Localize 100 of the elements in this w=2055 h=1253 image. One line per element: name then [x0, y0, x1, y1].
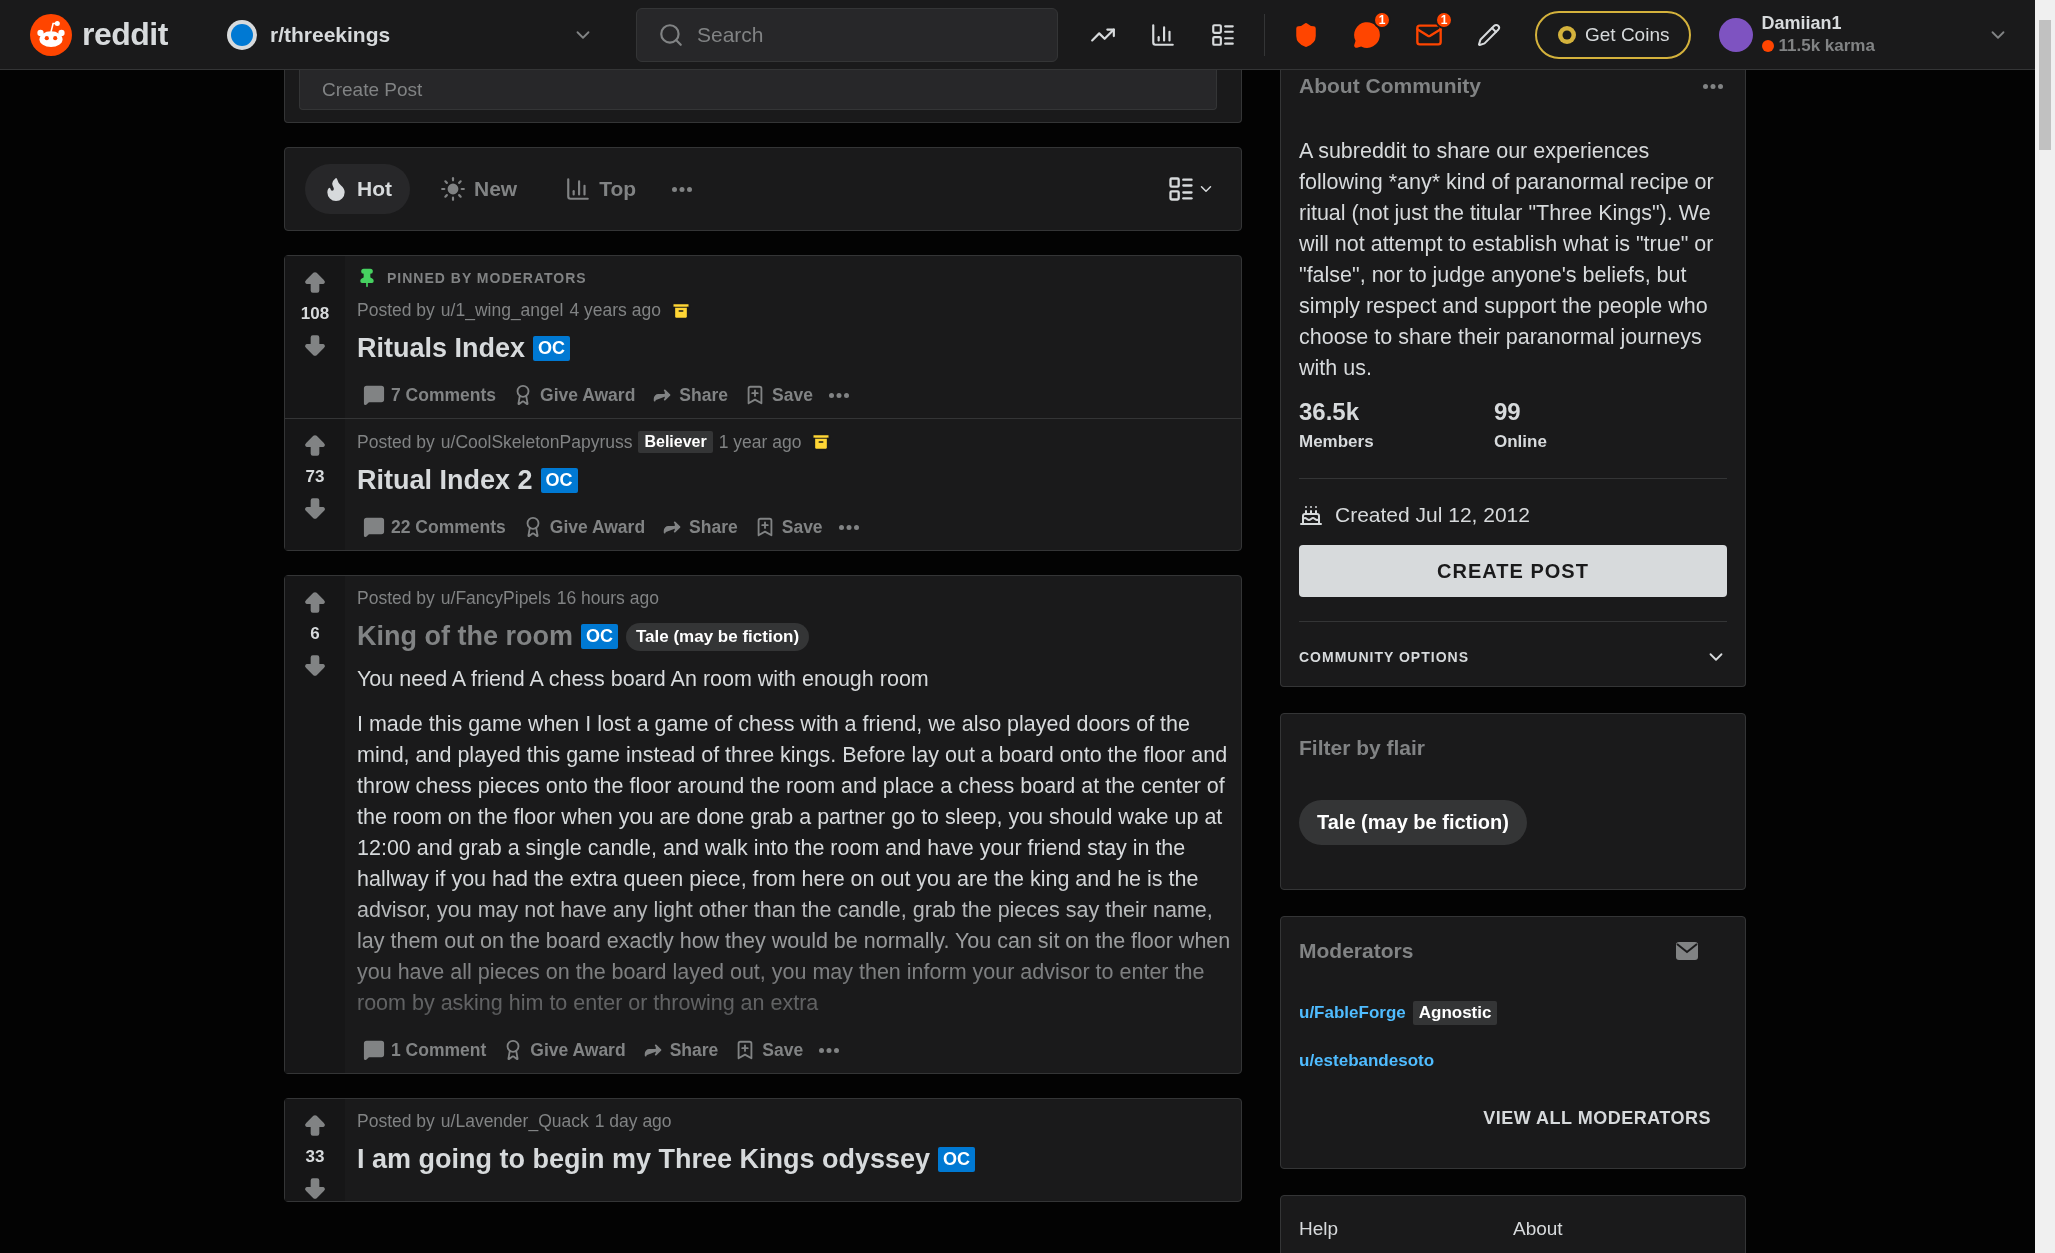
moderator-link[interactable]: u/estebandesoto [1299, 1051, 1435, 1071]
community-options-toggle[interactable]: COMMUNITY OPTIONS [1299, 621, 1727, 686]
comment-icon [363, 1039, 385, 1061]
author-link[interactable]: u/Lavender_Quack [440, 1111, 589, 1132]
comment-icon [363, 384, 385, 406]
stat-label: Members [1299, 432, 1375, 452]
post-title[interactable]: I am going to begin my Three Kings odyssey [357, 1144, 931, 1175]
downvote-button[interactable] [302, 1175, 328, 1201]
post-time: 1 day ago [594, 1111, 672, 1132]
author-link[interactable]: u/CoolSkeletonPapyruss [440, 431, 633, 453]
mail-icon[interactable] [1675, 941, 1699, 961]
dots-icon [828, 392, 849, 398]
flair-filter-button[interactable]: Tale (may be fiction) [1299, 800, 1527, 845]
karma-icon [1761, 39, 1776, 53]
vote-count: 108 [300, 303, 330, 325]
get-coins-button[interactable]: Get Coins [1535, 10, 1692, 59]
bar-chart-icon [565, 176, 592, 202]
create-post-button[interactable]: CREATE POST [1299, 545, 1727, 597]
comments-button[interactable]: 1 Comment [357, 1031, 493, 1069]
posted-by-label: Posted by [357, 588, 435, 609]
post-text: I made this game when I lost a game of chess with a friend, we also played doors of the mind, and played this game instead of three kings. Before lay out a board onto the floor and throw chess pieces onto the floor around the room and place a chess board at the center of the room on the floor when you are done grab a partner go to sleep, you should wake up at 12:00 and grab a single candle, and walk into the room and have your friend stay in the hallway if you had the extra queen piece, from here on out you are the king and he is the advisor, you may not have any light other than the candle, grab the pieces say their name, lay them out on the board exactly how they would be normally. You can sit on the floor when you have all pieces on the board layed out, you may then inform your advisor to enter the room by asking him to enter or throwing an extra [357, 711, 1231, 1017]
post-text: You need A friend A chess board An room with enough room [357, 666, 930, 693]
user-flair: Agnostic [1412, 1001, 1498, 1025]
downvote-button[interactable] [302, 652, 328, 678]
stat-value: 36.5k [1299, 398, 1361, 426]
burst-icon [440, 176, 466, 202]
post-title[interactable]: Rituals Index [357, 333, 526, 364]
up-arrow-icon [302, 433, 328, 459]
scrollbar[interactable] [2035, 0, 2055, 1253]
up-arrow-icon [302, 1113, 328, 1139]
community-selector[interactable]: r/threekings [220, 11, 600, 58]
down-arrow-icon [302, 1175, 328, 1201]
post-time: 4 years ago [569, 300, 661, 321]
view-all-moderators-button[interactable]: VIEW ALL MODERATORS [1477, 1107, 1717, 1130]
coin-icon [1557, 24, 1577, 45]
post-action-button[interactable]: Share [655, 508, 744, 546]
create-post-field[interactable]: Create Post [299, 70, 1217, 110]
post-action-button[interactable]: Save [728, 1031, 810, 1069]
post-action-button[interactable]: Share [635, 1031, 725, 1069]
post-action-button[interactable]: Save [747, 508, 829, 546]
author-link[interactable]: u/FancyPipels [440, 588, 551, 609]
post-flair[interactable]: Tale (may be fiction) [626, 622, 810, 651]
filter-title: Filter by flair [1299, 736, 1427, 760]
comments-button[interactable]: 22 Comments [357, 508, 512, 546]
shield-icon [1293, 21, 1319, 48]
pin-icon [357, 268, 377, 288]
post-action-button[interactable]: Give Award [506, 376, 642, 414]
notification-badge: 1 [1435, 10, 1453, 29]
post-time: 16 hours ago [556, 588, 659, 609]
comments-button[interactable]: 7 Comments [357, 376, 503, 414]
posted-by-label: Posted by [357, 431, 435, 453]
user-flair: Believer [638, 431, 713, 453]
moderator-link[interactable]: u/FableForge [1299, 1003, 1406, 1023]
comment-icon [363, 516, 385, 538]
downvote-button[interactable] [302, 495, 328, 521]
upvote-button[interactable] [302, 433, 328, 459]
up-arrow-icon [302, 270, 328, 296]
community-icon [226, 18, 258, 51]
upvote-button[interactable] [302, 270, 328, 296]
oc-tag: OC [938, 1147, 976, 1172]
dots-icon [1703, 83, 1723, 89]
footer-link[interactable]: Help [1299, 1218, 1513, 1240]
dots-icon [672, 186, 693, 192]
list-icon [1167, 175, 1195, 203]
oc-tag: OC [540, 468, 578, 493]
sort-tab[interactable]: Top [547, 164, 655, 214]
post-title[interactable]: King of the room [357, 621, 573, 652]
user-menu[interactable]: Damiian1 11.5k karma [1713, 6, 2015, 63]
post-action-button[interactable]: Share [645, 376, 734, 414]
footer-link[interactable]: About [1513, 1218, 1727, 1240]
list-icon [1210, 21, 1236, 48]
stat-label: Online [1494, 432, 1548, 452]
post-time: 1 year ago [718, 431, 802, 453]
upvote-button[interactable] [302, 1113, 328, 1139]
downvote-button[interactable] [302, 332, 328, 358]
vote-count: 73 [305, 466, 325, 488]
reddit-wordmark: reddit [82, 16, 168, 53]
upvote-button[interactable] [302, 590, 328, 616]
avatar [1719, 17, 1754, 52]
sort-tab[interactable]: New [422, 164, 536, 214]
up-arrow-icon [302, 590, 328, 616]
post-title[interactable]: Ritual Index 2 [357, 465, 533, 496]
vote-count: 33 [305, 1146, 325, 1168]
post-action-button[interactable]: Save [738, 376, 819, 414]
post-action-button[interactable]: Give Award [515, 508, 652, 546]
search-icon [658, 21, 684, 48]
sort-tab[interactable]: Hot [305, 164, 410, 214]
search-field[interactable]: Search [636, 7, 1058, 62]
chat-icon [1353, 20, 1381, 49]
posted-by-label: Posted by [357, 1111, 435, 1132]
vote-count: 6 [310, 623, 320, 645]
about-title: About Community [1299, 74, 1481, 98]
karma-count: 11.5k karma [1778, 36, 1875, 56]
author-link[interactable]: u/1_wing_angel [440, 300, 564, 321]
oc-tag: OC [533, 336, 571, 361]
created-date: Created Jul 12, 2012 [1335, 503, 1530, 527]
notification-badge: 1 [1373, 10, 1391, 29]
posted-by-label: Posted by [357, 300, 435, 321]
post-action-button[interactable]: Give Award [496, 1031, 632, 1069]
dots-icon [838, 524, 859, 530]
